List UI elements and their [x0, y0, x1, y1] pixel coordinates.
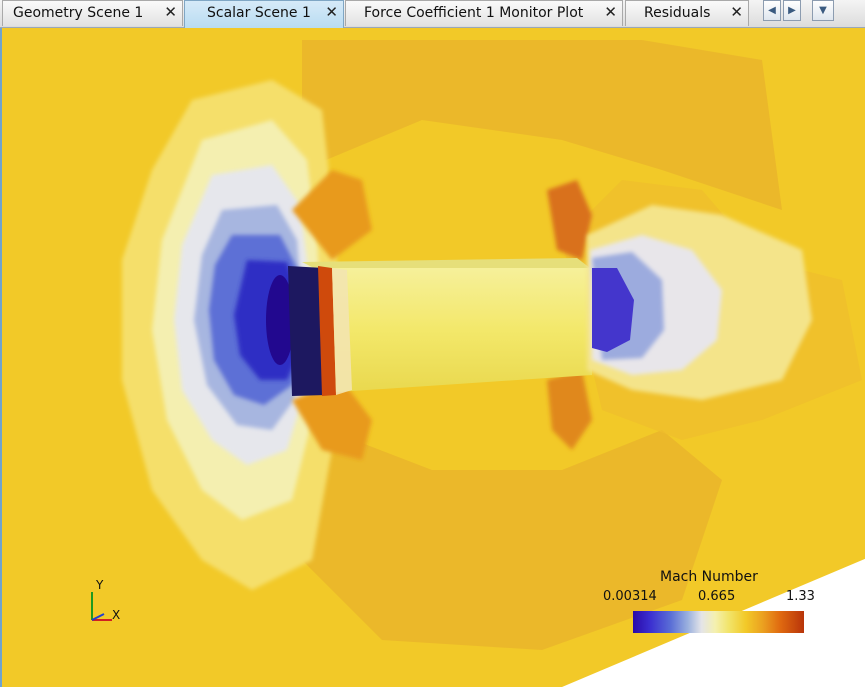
tab-label: Geometry Scene 1 [13, 5, 144, 21]
axis-y-label: Y [96, 578, 104, 592]
tab-scalar-scene[interactable]: Scalar Scene 1 ✕ [184, 0, 344, 28]
tab-label: Force Coefficient 1 Monitor Plot [364, 5, 584, 21]
tab-bar: Geometry Scene 1 ✕ Scalar Scene 1 ✕ Forc… [0, 0, 865, 28]
close-icon[interactable]: ✕ [604, 3, 617, 21]
tab-label: Residuals [644, 5, 711, 21]
scalar-scene-app: Geometry Scene 1 ✕ Scalar Scene 1 ✕ Forc… [0, 0, 865, 687]
tab-residuals[interactable]: Residuals ✕ [625, 0, 749, 26]
close-icon[interactable]: ✕ [164, 3, 177, 21]
scroll-tabs-right-button[interactable]: ▶ [783, 0, 801, 21]
scene-viewport[interactable]: Mach Number 0.00314 0.665 1.33 Y X [0, 28, 865, 687]
axis-triad: Y X [82, 578, 132, 634]
tab-force-coefficient-monitor-plot[interactable]: Force Coefficient 1 Monitor Plot ✕ [345, 0, 623, 26]
chevron-left-icon: ◀ [768, 5, 776, 16]
chevron-right-icon: ▶ [788, 5, 796, 16]
chevron-down-icon: ▼ [819, 5, 827, 16]
axis-x-label: X [112, 608, 121, 622]
tab-label: Scalar Scene 1 [207, 5, 311, 21]
tab-list-menu-button[interactable]: ▼ [812, 0, 834, 21]
legend-title: Mach Number [660, 569, 758, 585]
scroll-tabs-left-button[interactable]: ◀ [763, 0, 781, 21]
legend-min-label: 0.00314 [603, 589, 657, 604]
legend-mid-label: 0.665 [698, 589, 736, 604]
tab-geometry-scene[interactable]: Geometry Scene 1 ✕ [2, 0, 183, 26]
close-icon[interactable]: ✕ [730, 3, 743, 21]
legend-max-label: 1.33 [786, 589, 815, 604]
legend-color-bar [633, 611, 804, 633]
axis-triad-icon [91, 592, 112, 621]
close-icon[interactable]: ✕ [325, 3, 338, 21]
